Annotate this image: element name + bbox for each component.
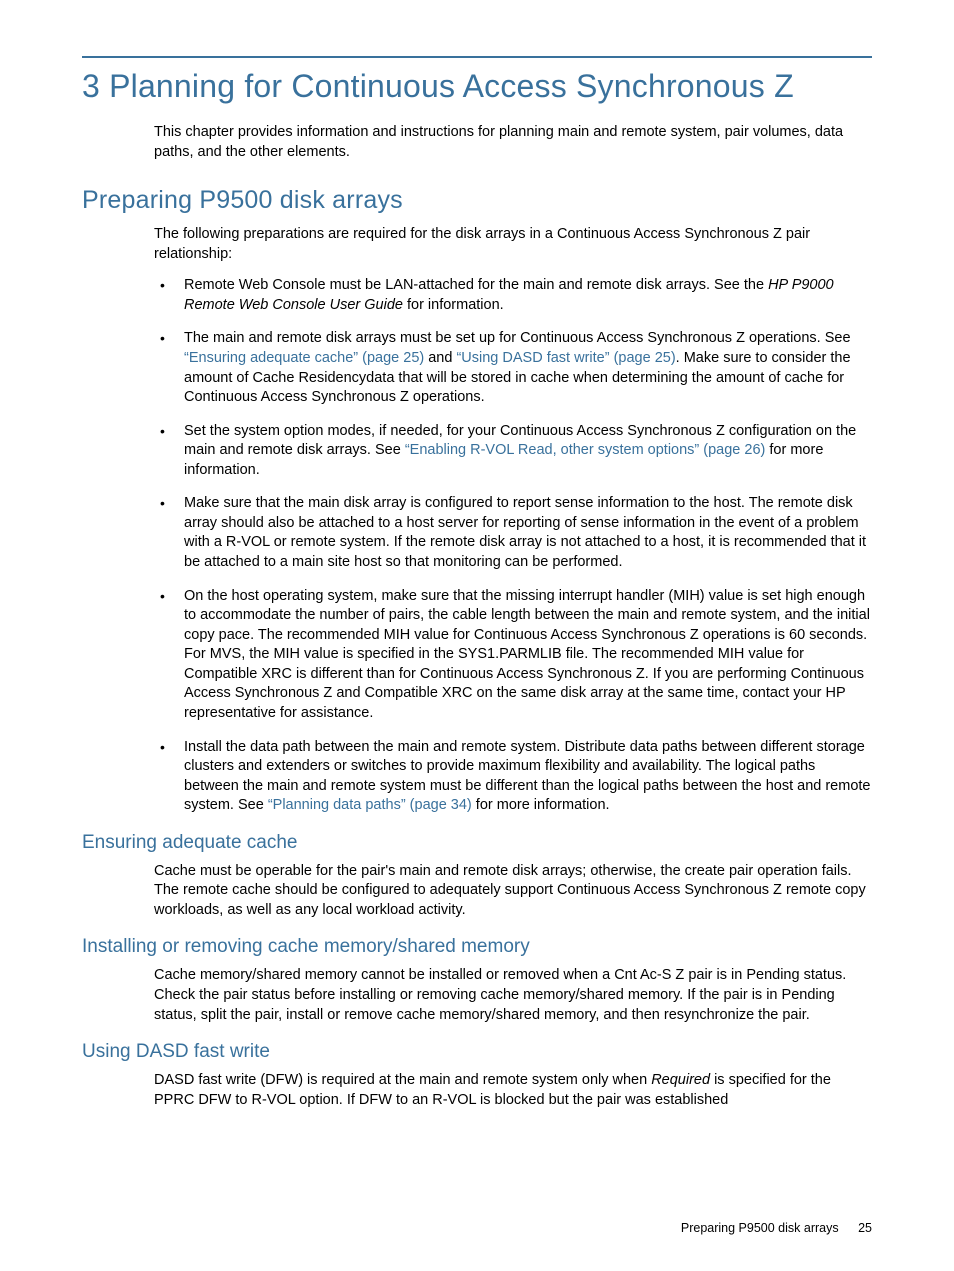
list-item: On the host operating system, make sure … — [154, 587, 872, 724]
chapter-title: 3 Planning for Continuous Access Synchro… — [82, 68, 872, 105]
text: Remote Web Console must be LAN-attached … — [184, 277, 768, 293]
list-item: Remote Web Console must be LAN-attached … — [154, 276, 872, 315]
link-planning-data-paths[interactable]: “Planning data paths” (page 34) — [268, 797, 472, 813]
list-item: Install the data path between the main a… — [154, 738, 872, 816]
text: for more information. — [472, 797, 610, 813]
preparation-list: Remote Web Console must be LAN-attached … — [154, 276, 872, 816]
subheading-dasd: Using DASD fast write — [82, 1041, 872, 1063]
section-heading-preparing: Preparing P9500 disk arrays — [82, 186, 872, 215]
link-dasd-fast-write[interactable]: “Using DASD fast write” (page 25) — [456, 350, 675, 366]
para-cache-memory: Cache memory/shared memory cannot be ins… — [154, 966, 872, 1025]
list-item: The main and remote disk arrays must be … — [154, 329, 872, 407]
para-adequate-cache: Cache must be operable for the pair's ma… — [154, 862, 872, 921]
footer-section: Preparing P9500 disk arrays — [681, 1221, 839, 1235]
page-number: 25 — [858, 1221, 872, 1235]
text: for information. — [403, 297, 504, 313]
section-lead: The following preparations are required … — [154, 225, 872, 264]
list-item: Set the system option modes, if needed, … — [154, 422, 872, 481]
list-item: Make sure that the main disk array is co… — [154, 494, 872, 572]
para-dasd: DASD fast write (DFW) is required at the… — [154, 1071, 872, 1110]
subheading-cache-memory: Installing or removing cache memory/shar… — [82, 936, 872, 958]
top-divider — [82, 56, 872, 58]
text: DASD fast write (DFW) is required at the… — [154, 1072, 651, 1088]
chapter-intro: This chapter provides information and in… — [154, 123, 872, 162]
link-rvol-read[interactable]: “Enabling R-VOL Read, other system optio… — [405, 442, 766, 458]
emphasis-required: Required — [651, 1072, 710, 1088]
text: and — [424, 350, 456, 366]
page-footer: Preparing P9500 disk arrays 25 — [681, 1221, 872, 1235]
link-ensuring-cache[interactable]: “Ensuring adequate cache” (page 25) — [184, 350, 424, 366]
subheading-adequate-cache: Ensuring adequate cache — [82, 832, 872, 854]
text: The main and remote disk arrays must be … — [184, 330, 851, 346]
